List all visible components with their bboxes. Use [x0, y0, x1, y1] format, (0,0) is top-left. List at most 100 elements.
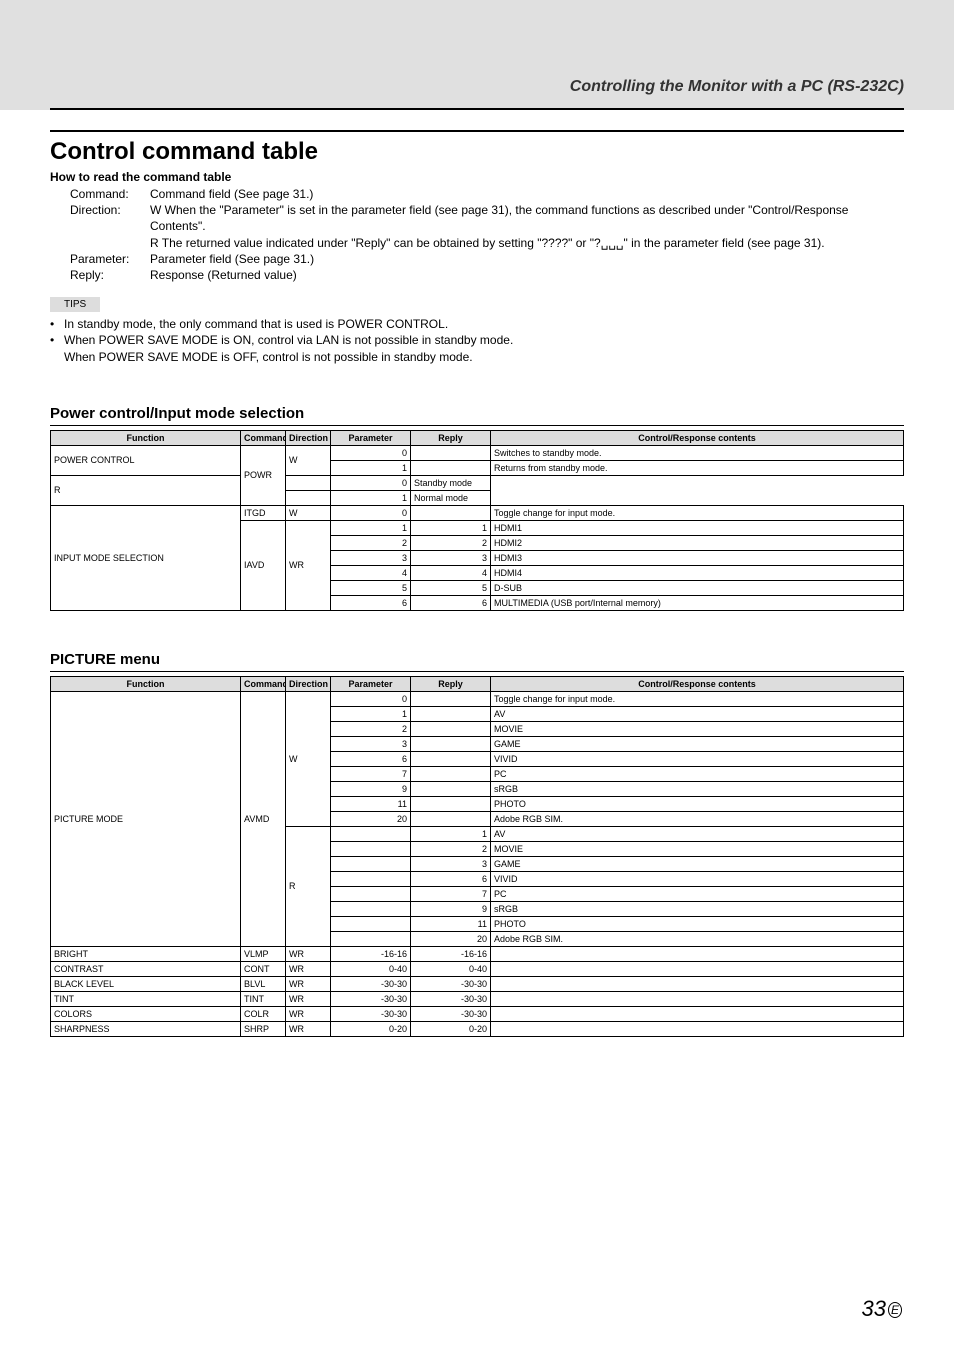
column-header: Direction	[286, 676, 331, 691]
cell-parameter: 11	[331, 796, 411, 811]
cell-reply: -16-16	[411, 946, 491, 961]
column-header: Control/Response contents	[491, 676, 904, 691]
bullet-icon: •	[50, 332, 64, 348]
cell-reply: 2	[411, 535, 491, 550]
howto-label	[50, 235, 150, 251]
table-row: BRIGHTVLMPWR-16-16-16-16	[51, 946, 904, 961]
cell-command: POWR	[241, 445, 286, 505]
cell-parameter: 7	[331, 766, 411, 781]
cell-parameter: 6	[331, 751, 411, 766]
cell-content: AV	[491, 826, 904, 841]
main-heading: Control command table	[50, 130, 904, 166]
cell-parameter: 1	[331, 520, 411, 535]
howto-value: Parameter field (See page 31.)	[150, 251, 904, 267]
cell-direction: W	[286, 505, 331, 520]
cell-parameter: 0-40	[331, 961, 411, 976]
cell-reply: 5	[411, 580, 491, 595]
cell-parameter: 3	[331, 736, 411, 751]
power-control-table: FunctionCommandDirectionParameterReplyCo…	[50, 430, 904, 611]
howto-label: Parameter:	[50, 251, 150, 267]
cell-parameter	[286, 490, 331, 505]
cell-reply: 1	[411, 520, 491, 535]
cell-content: Toggle change for input mode.	[491, 505, 904, 520]
table-row: R0Standby mode	[51, 475, 904, 490]
cell-parameter: 0	[331, 691, 411, 706]
header-title: Controlling the Monitor with a PC (RS-23…	[570, 78, 904, 96]
cell-direction: R	[286, 826, 331, 946]
cell-reply: 0-20	[411, 1021, 491, 1036]
cell-reply: -30-30	[411, 1006, 491, 1021]
cell-reply	[411, 721, 491, 736]
howto-value: R The returned value indicated under "Re…	[150, 235, 904, 251]
cell-parameter: -16-16	[331, 946, 411, 961]
cell-content	[491, 976, 904, 991]
bullet-icon: •	[50, 316, 64, 332]
cell-parameter: 9	[331, 781, 411, 796]
cell-reply: 9	[411, 901, 491, 916]
cell-content: GAME	[491, 856, 904, 871]
header-bar: Controlling the Monitor with a PC (RS-23…	[0, 0, 954, 110]
tips-label: TIPS	[50, 297, 100, 312]
column-header: Reply	[411, 430, 491, 445]
picture-menu-table: FunctionCommandDirectionParameterReplyCo…	[50, 676, 904, 1037]
cell-content: sRGB	[491, 901, 904, 916]
cell-reply: 20	[411, 931, 491, 946]
cell-content: Toggle change for input mode.	[491, 691, 904, 706]
cell-function: COLORS	[51, 1006, 241, 1021]
cell-direction: WR	[286, 1006, 331, 1021]
cell-reply	[411, 751, 491, 766]
cell-reply	[411, 706, 491, 721]
cell-parameter: 2	[331, 721, 411, 736]
cell-content: Adobe RGB SIM.	[491, 811, 904, 826]
cell-parameter: 1	[331, 460, 411, 475]
cell-parameter: 1	[331, 706, 411, 721]
header-divider	[50, 108, 904, 110]
cell-command: AVMD	[241, 691, 286, 946]
cell-reply: 6	[411, 871, 491, 886]
cell-command: TINT	[241, 991, 286, 1006]
cell-reply: 0	[331, 475, 411, 490]
cell-content: Standby mode	[411, 475, 491, 490]
cell-content: VIVID	[491, 871, 904, 886]
column-header: Parameter	[331, 676, 411, 691]
section1-title: Power control/Input mode selection	[50, 405, 904, 426]
column-header: Function	[51, 676, 241, 691]
cell-content	[491, 991, 904, 1006]
cell-function: CONTRAST	[51, 961, 241, 976]
table-row: CONTRASTCONTWR0-400-40	[51, 961, 904, 976]
cell-content: PC	[491, 886, 904, 901]
table-row: TINTTINTWR-30-30-30-30	[51, 991, 904, 1006]
howto-title: How to read the command table	[50, 170, 904, 184]
page-number: 33E	[862, 1296, 903, 1322]
cell-command: COLR	[241, 1006, 286, 1021]
cell-reply	[411, 796, 491, 811]
cell-content: VIVID	[491, 751, 904, 766]
cell-content	[491, 961, 904, 976]
cell-parameter	[286, 475, 331, 490]
cell-content	[491, 1006, 904, 1021]
cell-reply: 3	[411, 550, 491, 565]
tips-text: In standby mode, the only command that i…	[64, 316, 448, 332]
cell-reply: 1	[411, 826, 491, 841]
cell-direction: W	[286, 445, 331, 475]
cell-command: VLMP	[241, 946, 286, 961]
cell-parameter: -30-30	[331, 991, 411, 1006]
howto-label: Reply:	[50, 267, 150, 283]
column-header: Direction	[286, 430, 331, 445]
table-row: PICTURE MODEAVMDW0Toggle change for inpu…	[51, 691, 904, 706]
cell-reply	[411, 460, 491, 475]
cell-reply	[411, 781, 491, 796]
cell-reply	[411, 811, 491, 826]
cell-function: POWER CONTROL	[51, 445, 241, 475]
cell-reply: 11	[411, 916, 491, 931]
table-row: SHARPNESSSHRPWR0-200-20	[51, 1021, 904, 1036]
cell-content: HDMI1	[491, 520, 904, 535]
cell-reply: 2	[411, 841, 491, 856]
cell-parameter	[331, 901, 411, 916]
cell-content: MOVIE	[491, 721, 904, 736]
section2-title: PICTURE menu	[50, 651, 904, 672]
cell-reply	[411, 505, 491, 520]
howto-block: Command:Command field (See page 31.)Dire…	[50, 186, 904, 283]
column-header: Reply	[411, 676, 491, 691]
cell-parameter: 0	[331, 445, 411, 460]
